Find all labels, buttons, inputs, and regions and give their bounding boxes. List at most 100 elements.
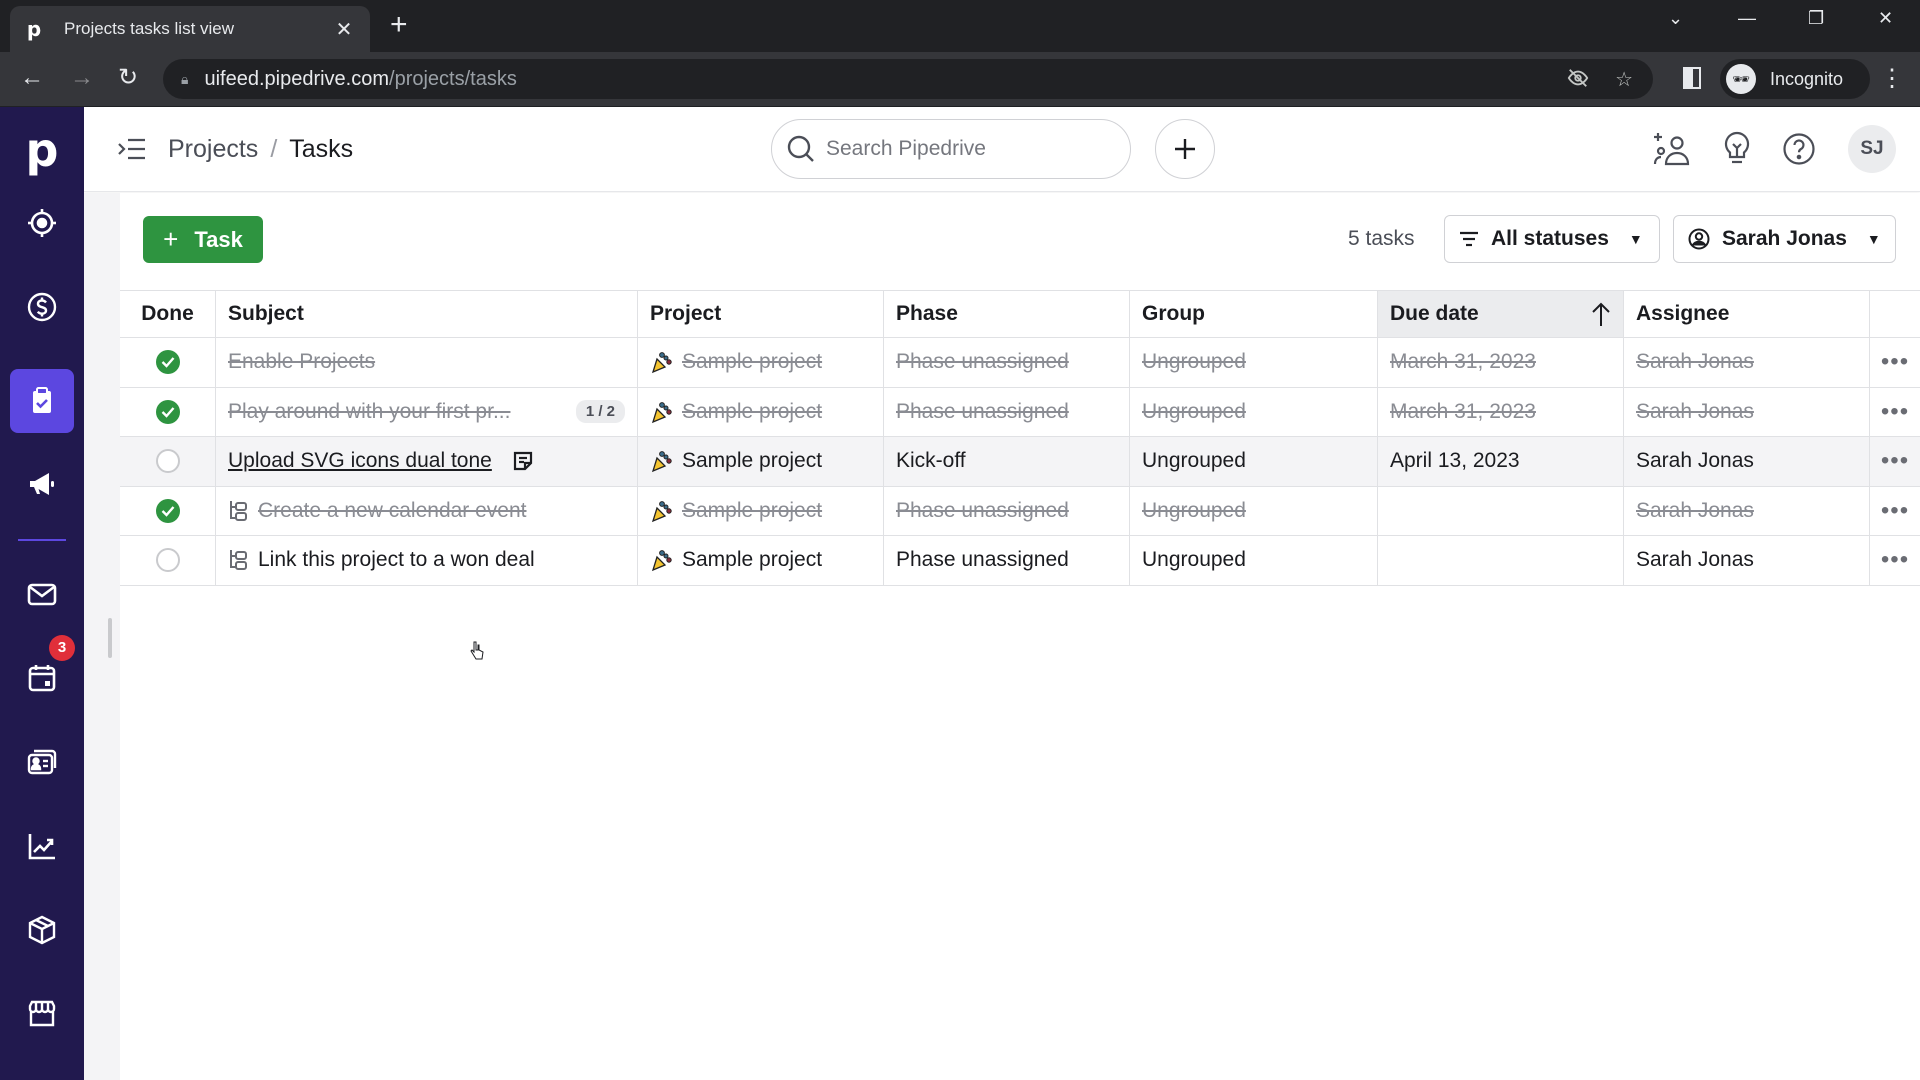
menu-expand-icon[interactable] [117, 137, 147, 161]
group-cell[interactable]: Ungrouped [1130, 536, 1378, 585]
assignee-cell[interactable]: Sarah Jonas [1624, 338, 1870, 387]
assignee-cell[interactable]: Sarah Jonas [1624, 536, 1870, 585]
more-actions-icon[interactable]: ••• [1881, 548, 1909, 572]
column-header-group[interactable]: Group [1130, 291, 1378, 337]
done-checkbox[interactable] [155, 498, 180, 523]
sidebar-item-deals[interactable] [10, 275, 74, 339]
group-cell[interactable]: Ungrouped [1130, 338, 1378, 387]
pipedrive-logo[interactable]: p [0, 125, 84, 175]
subject-cell[interactable]: Play around with your first pr... 1 / 2 [216, 387, 638, 436]
done-checkbox[interactable] [155, 399, 180, 424]
new-tab-button[interactable]: + [390, 10, 408, 40]
phase-cell[interactable]: Phase unassigned [884, 387, 1130, 436]
column-header-done[interactable]: Done [120, 291, 216, 337]
phase-cell[interactable]: Phase unassigned [884, 536, 1130, 585]
assignee-value: Sarah Jonas [1636, 399, 1754, 423]
subject-cell[interactable]: Create a new calendar event [216, 486, 638, 535]
eye-off-icon[interactable] [1567, 67, 1589, 95]
group-cell[interactable]: Ungrouped [1130, 486, 1378, 535]
project-cell[interactable]: Sample project [638, 387, 884, 436]
invite-users-button[interactable] [1652, 129, 1692, 169]
group-cell[interactable]: Ungrouped [1130, 437, 1378, 486]
column-header-subject[interactable]: Subject [216, 291, 638, 337]
due-date-cell[interactable] [1378, 486, 1624, 535]
sort-ascending-arrow-icon[interactable] [1591, 301, 1611, 327]
breadcrumb-projects-link[interactable]: Projects [168, 131, 258, 167]
task-subject[interactable]: Upload SVG icons dual tone [228, 449, 492, 473]
sidebar-item-insights[interactable] [10, 814, 74, 878]
project-cell[interactable]: Sample project [638, 486, 884, 535]
tab-search-chevron-icon[interactable]: ⌄ [1668, 8, 1683, 29]
more-actions-icon[interactable]: ••• [1881, 498, 1909, 522]
browser-tab[interactable]: p Projects tasks list view ✕ [10, 6, 370, 52]
table-row[interactable]: Enable Projects Sample project Phase una… [120, 338, 1920, 388]
task-subject[interactable]: Enable Projects [228, 350, 375, 374]
tips-button[interactable] [1717, 129, 1757, 169]
phase-cell[interactable]: Kick-off [884, 437, 1130, 486]
assignee-filter-dropdown[interactable]: Sarah Jonas ▼ [1673, 215, 1896, 263]
phase-cell[interactable]: Phase unassigned [884, 338, 1130, 387]
project-cell[interactable]: Sample project [638, 437, 884, 486]
bookmark-star-icon[interactable]: ☆ [1615, 67, 1633, 95]
sidebar-item-campaigns[interactable] [10, 452, 74, 516]
group-cell[interactable]: Ungrouped [1130, 387, 1378, 436]
done-checkbox[interactable] [155, 449, 180, 474]
assignee-cell[interactable]: Sarah Jonas [1624, 486, 1870, 535]
status-filter-dropdown[interactable]: All statuses ▼ [1444, 215, 1660, 263]
project-cell[interactable]: Sample project [638, 338, 884, 387]
subject-cell[interactable]: Link this project to a won deal [216, 536, 638, 585]
phase-cell[interactable]: Phase unassigned [884, 486, 1130, 535]
done-checkbox[interactable] [155, 548, 180, 573]
user-avatar[interactable]: SJ [1848, 125, 1896, 173]
panel-resize-handle[interactable] [108, 618, 112, 658]
due-date-cell[interactable]: April 13, 2023 [1378, 437, 1624, 486]
subject-cell[interactable]: Upload SVG icons dual tone [216, 437, 638, 486]
due-date-cell[interactable] [1378, 536, 1624, 585]
more-actions-icon[interactable]: ••• [1881, 399, 1909, 423]
task-subject[interactable]: Play around with your first pr... [228, 400, 510, 424]
column-header-phase[interactable]: Phase [884, 291, 1130, 337]
close-window-button[interactable]: ✕ [1878, 8, 1893, 29]
add-task-button[interactable]: + Task [143, 216, 263, 263]
sidebar-item-products[interactable] [10, 898, 74, 962]
table-row[interactable]: Link this project to a won deal Sample p… [120, 536, 1920, 586]
address-bar[interactable]: 🔒︎ uifeed.pipedrive.com/projects/tasks ☆ [163, 59, 1653, 99]
side-panel-icon[interactable] [1683, 67, 1701, 89]
assignee-cell[interactable]: Sarah Jonas [1624, 387, 1870, 436]
project-cell[interactable]: Sample project [638, 536, 884, 585]
column-header-due-date[interactable]: Due date [1378, 291, 1624, 337]
minimize-window-button[interactable]: — [1738, 8, 1756, 29]
browser-menu-icon[interactable]: ⋮ [1880, 64, 1904, 93]
note-icon[interactable] [512, 450, 534, 472]
assignee-cell[interactable]: Sarah Jonas [1624, 437, 1870, 486]
sidebar-item-contacts[interactable] [10, 730, 74, 794]
forward-button[interactable]: → [70, 66, 94, 90]
tab-close-icon[interactable]: ✕ [332, 17, 356, 42]
task-subject[interactable]: Link this project to a won deal [258, 548, 535, 572]
sidebar-item-marketplace[interactable] [10, 982, 74, 1046]
task-subject[interactable]: Create a new calendar event [258, 499, 527, 523]
back-button[interactable]: ← [20, 66, 44, 90]
column-header-project[interactable]: Project [638, 291, 884, 337]
more-actions-icon[interactable]: ••• [1881, 449, 1909, 473]
table-row[interactable]: Upload SVG icons dual tone Sample projec… [120, 437, 1920, 487]
restore-window-button[interactable]: ❐ [1808, 8, 1824, 29]
subject-cell[interactable]: Enable Projects [216, 338, 638, 387]
search-input[interactable] [826, 137, 1106, 161]
reload-button[interactable]: ↻ [118, 66, 138, 90]
due-date-cell[interactable]: March 31, 2023 [1378, 338, 1624, 387]
done-checkbox[interactable] [155, 350, 180, 375]
more-actions-icon[interactable]: ••• [1881, 350, 1909, 374]
due-date-cell[interactable]: March 31, 2023 [1378, 387, 1624, 436]
global-search[interactable] [771, 119, 1131, 179]
table-row[interactable]: Play around with your first pr... 1 / 2 … [120, 387, 1920, 437]
quick-add-button[interactable] [1155, 119, 1215, 179]
plus-icon [1175, 139, 1195, 159]
column-header-assignee[interactable]: Assignee [1624, 291, 1870, 337]
sidebar-item-mail[interactable] [10, 562, 74, 626]
sidebar-item-projects[interactable] [10, 369, 74, 433]
help-button[interactable] [1779, 129, 1819, 169]
sidebar-item-leads[interactable] [10, 191, 74, 255]
table-row[interactable]: Create a new calendar event Sample proje… [120, 486, 1920, 536]
incognito-profile-button[interactable]: 🕶︎ Incognito [1720, 59, 1870, 99]
